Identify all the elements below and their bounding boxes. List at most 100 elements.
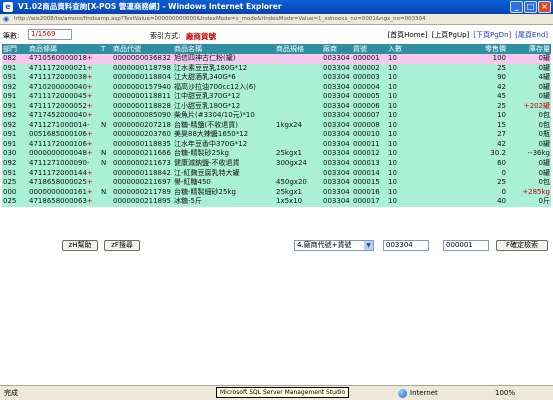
cell-barcode: 4710560000018+ [28,54,100,64]
confirm-search-button[interactable]: F確定檢索 [496,240,548,251]
cell-vendor: 003304 [323,120,350,129]
security-zone: Internet [398,386,438,400]
page-down-link[interactable]: [下頁PgDn] [473,30,511,40]
cell-spec [275,140,322,150]
maximize-button[interactable]: □ [524,1,537,13]
minimize-button[interactable]: _ [510,1,523,13]
table-row[interactable]: 091 4711172000106+ 0000000118835 江水年豆香中370G… [2,139,551,150]
cell-code: 0000000211789 [113,187,171,196]
table-row[interactable]: 091 4711172000144+ 0000000118842 江-紅麴豆腐乳特大罐… [2,168,551,179]
barcode-text: 4711172000038 [29,73,87,82]
cell-name: 江中甜豆乳370G*12 [174,92,241,101]
table-row[interactable]: 091 4711172000021+ 0000000118798 江水素豆豆乳180G… [2,63,551,74]
table-row[interactable]: 091 0051685000106+ 0000000203760 美昊88大辣醬165… [2,130,551,140]
zoom-level[interactable]: 100% [495,386,515,400]
cell-vendor: 003304 [323,54,350,62]
cell-code: 0000000211895 [113,197,171,206]
cell-spec: 450gx20 [276,178,307,187]
cell-qty: 10 [388,73,397,82]
cell-t [100,102,112,112]
col-spec[interactable]: 商品規格 [275,44,322,54]
col-name[interactable]: 商品名稱 [173,44,275,54]
cell-item-no: 000014 [353,168,380,177]
cell-price: 25 [497,63,506,72]
col-code[interactable]: 商品代號 [112,44,173,54]
col-t[interactable]: T [100,44,112,54]
col-item-no[interactable]: 貨號 [352,44,387,54]
table-row[interactable]: 025 4718658000063+ 0000000211895 冰糖-5斤 1x5x1… [2,197,551,207]
cell-barcode: 4711172000021+ [28,64,100,74]
barcode-text: 4717452000040 [29,111,87,120]
cell-name: 福高沙拉油700cc12入(6) [174,82,256,91]
cell-price: 15 [497,120,506,129]
cell-price: 42 [497,139,506,148]
index-select-value: 4.廠商代號+貨號 [297,241,352,249]
barcode-text: 4711271000090 [29,159,87,168]
home-link[interactable]: [首頁Home] [387,30,427,40]
chevron-down-icon[interactable]: ▼ [364,241,373,250]
table-row[interactable]: 030 0000000000048+ N 0000000211666 台糖-精製砂25k… [2,149,551,160]
search-button[interactable]: zF搜尋 [104,240,140,251]
table-row[interactable]: 092 4710200000040+ 0000000157940 福高沙拉油700cc… [2,82,551,93]
col-barcode[interactable]: 商品條碼 [28,44,100,54]
cell-price: 42 [497,82,506,91]
cell-vendor: 003304 [323,149,350,158]
col-dept[interactable]: 部門 [2,44,28,54]
cell-t [100,140,112,150]
vendor-field[interactable]: 003304 [383,240,429,251]
cell-name: 台糖-精鹽(不收退貨) [174,120,238,129]
product-table: 部門 商品條碼 T 商品代號 商品名稱 商品規格 廠商 貨號 入數 零售價 庫存… [2,44,551,207]
cell-t [100,169,112,179]
cell-vendor: 003304 [323,168,350,177]
cell-name: 台糖-精製細砂25kg [174,187,236,196]
table-row[interactable]: 091 4711172000052+ 0000000118828 江小甜豆乳180G*… [2,101,551,112]
cell-qty: 10 [388,82,397,91]
cell-code: 0000000118811 [113,92,171,101]
sort-mode-label: 索引方式: [150,32,181,40]
table-row[interactable]: 092 4717452000040+ 0000000085090 柴魚片(#3304/… [2,111,551,121]
col-qty[interactable]: 入數 [387,44,463,54]
cell-spec: 1x5x10 [276,197,303,206]
table-row[interactable]: 092 4711271000014- N 0000000207218 台糖-精鹽(不收退… [2,120,551,131]
table-row[interactable]: 082 4710560000018+ 0000000036832 旭信四神古仁粉(罐)… [2,54,551,64]
cell-item-no: 000010 [353,130,380,139]
barcode-mark: - [86,120,90,129]
window-title: V1.02商品資料查詢[X-POS 營運商務網] - Windows Inter… [18,2,282,11]
cell-price: 30.2 [490,149,506,158]
page-up-link[interactable]: [上頁PgUp] [432,30,470,40]
col-vendor[interactable]: 廠商 [322,44,352,54]
cell-qty: 10 [388,178,397,187]
cell-dept: 091 [3,73,17,82]
end-link[interactable]: [尾頁End] [515,30,548,40]
table-row[interactable]: 092 4711271000090- N 0000000211673 健康減鈉鹽-不收退… [2,159,551,169]
item-no-field[interactable]: 000001 [443,240,489,251]
window-controls: _ □ × [510,1,551,13]
help-button[interactable]: zH幫助 [62,240,98,251]
address-url[interactable]: http://wis2008/tw/amoss/findsamp.asp?Tex… [14,16,553,22]
col-stock[interactable]: 庫存量 [507,44,551,54]
cell-barcode: 4711271000014- [28,121,100,131]
cell-spec: 300gx24 [276,159,307,168]
cell-barcode: 0051685000106+ [28,130,100,140]
cell-dept: 091 [3,130,17,139]
cell-stock: 0罐 [538,54,550,62]
cell-code: 0000000118804 [113,73,171,82]
cell-code: 0000000118798 [113,63,171,72]
close-button[interactable]: × [538,1,551,13]
table-row[interactable]: 091 4711172000045+ 0000000118811 江中甜豆乳370G*… [2,92,551,102]
cell-stock: 0罐 [538,63,550,72]
cell-price: 25 [497,101,506,110]
col-price[interactable]: 零售價 [463,44,507,54]
table-row[interactable]: 025 4718658000025+ 0000000211697 譽-紅糖450 450… [2,178,551,188]
cell-stock: 0罐 [538,82,550,91]
table-row[interactable]: 091 4711172000038+ 0000000118804 江大甜酒乳340G*… [2,73,551,83]
cell-name: 江-紅麴豆腐乳特大罐 [174,168,240,177]
zone-label: Internet [410,389,438,397]
cell-name: 旭信四神古仁粉(罐) [174,54,236,62]
index-select[interactable]: 4.廠商代號+貨號 ▼ [294,240,374,251]
table-row[interactable]: 000 0000000000161+ N 0000000211789 台糖-精製細砂25… [2,187,551,198]
barcode-text: 4711172000144 [29,168,87,177]
address-bar[interactable]: ◉ http://wis2008/tw/amoss/findsamp.asp?T… [0,14,553,25]
cell-vendor: 003304 [323,63,350,72]
record-count-field[interactable]: 1/1569 [28,29,72,40]
